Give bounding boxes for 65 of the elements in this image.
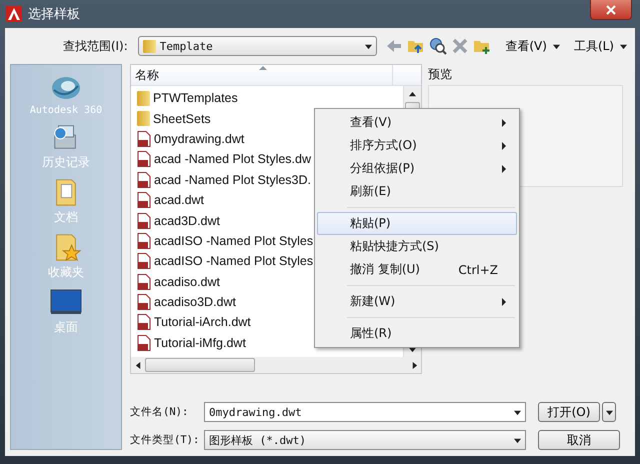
file-list-item[interactable]: acadISO -Named Plot Styles (131, 251, 313, 272)
scroll-up-arrow-icon (409, 90, 416, 98)
close-icon (606, 4, 616, 14)
scroll-left-arrow-icon (134, 362, 142, 368)
file-list-item[interactable]: acadISO -Named Plot Styles (131, 230, 313, 252)
file-list-item[interactable]: acad3D.dwt (131, 210, 313, 231)
dropdown-caret-icon (365, 42, 372, 50)
menu-item[interactable]: 撤消 复制(U) Ctrl+Z (317, 258, 517, 281)
file-list-item[interactable]: SheetSets (131, 108, 313, 129)
monitor-icon (50, 287, 82, 317)
file-icon (137, 151, 151, 168)
file-list-item[interactable]: acad.dwt (131, 190, 313, 210)
file-list-item[interactable]: Tutorial-iArch.dwt (131, 312, 313, 333)
app-logo-icon (6, 6, 22, 22)
look-in-dropdown[interactable]: Template (138, 36, 378, 56)
folder-icon (137, 90, 150, 106)
file-list-item[interactable]: acad -Named Plot Styles3D. (131, 170, 313, 190)
menu-item[interactable]: 分组依据(P) (317, 157, 517, 180)
file-type-label: 文件类型(T): (130, 433, 198, 447)
menu-item[interactable]: 查看(V) (317, 111, 517, 134)
file-icon (137, 334, 151, 351)
menu-item[interactable]: 刷新(E) (317, 180, 517, 203)
file-icon (137, 192, 151, 208)
file-icon (137, 294, 151, 310)
open-options-button[interactable] (602, 402, 616, 422)
view-menu-button[interactable]: 查看(V) (503, 38, 549, 54)
file-icon (137, 274, 151, 290)
file-list-item[interactable]: 0mydrawing.dwt (131, 128, 313, 150)
menu-item[interactable]: 新建(W) (317, 290, 517, 313)
file-list-item[interactable]: Tutorial-iMfg.dwt (131, 332, 313, 354)
file-type-dropdown[interactable]: 图形样板 (*.dwt) (204, 430, 526, 450)
dropdown-caret-icon (514, 408, 521, 416)
file-list-item[interactable]: acad -Named Plot Styles.dw (131, 149, 313, 170)
scroll-right-arrow-icon (410, 362, 418, 368)
search-web-icon[interactable] (429, 37, 448, 55)
file-list-item[interactable]: acadiso.dwt (131, 272, 313, 292)
look-in-label: 查找范围(I): (62, 38, 129, 54)
horizontal-scrollbar[interactable] (131, 357, 421, 373)
file-icon (137, 253, 151, 270)
dropdown-caret-icon (620, 42, 627, 50)
cancel-button[interactable]: 取消 (538, 430, 620, 450)
window-title: 选择样板 (28, 6, 80, 23)
file-icon (137, 232, 151, 249)
file-icon (137, 172, 151, 188)
file-icon (137, 212, 151, 229)
open-button[interactable]: 打开(O) (538, 402, 600, 422)
file-icon (137, 314, 151, 330)
file-name-field[interactable]: 0mydrawing.dwt (204, 402, 526, 422)
folder-icon (137, 111, 150, 126)
caret-icon (606, 408, 612, 416)
menu-item[interactable]: 粘贴快捷方式(S) (317, 235, 517, 258)
dropdown-caret-icon (552, 42, 560, 50)
menu-item[interactable]: 排序方式(O) (317, 134, 517, 157)
file-icon (137, 130, 151, 147)
scroll-thumb[interactable] (145, 358, 255, 372)
tools-menu-button[interactable]: 工具(L) (572, 38, 616, 54)
file-name-label: 文件名(N): (130, 405, 190, 419)
menu-item[interactable]: 属性(R) (317, 322, 517, 345)
file-list-item[interactable]: acadiso3D.dwt (131, 292, 313, 312)
menu-item[interactable]: 粘贴(P) (317, 212, 517, 235)
dropdown-caret-icon (514, 436, 521, 444)
close-button[interactable] (590, 0, 632, 20)
sort-caret-icon (259, 66, 267, 70)
file-list-item[interactable]: PTWTemplates (131, 88, 313, 108)
preview-label: 预览 (428, 66, 453, 83)
